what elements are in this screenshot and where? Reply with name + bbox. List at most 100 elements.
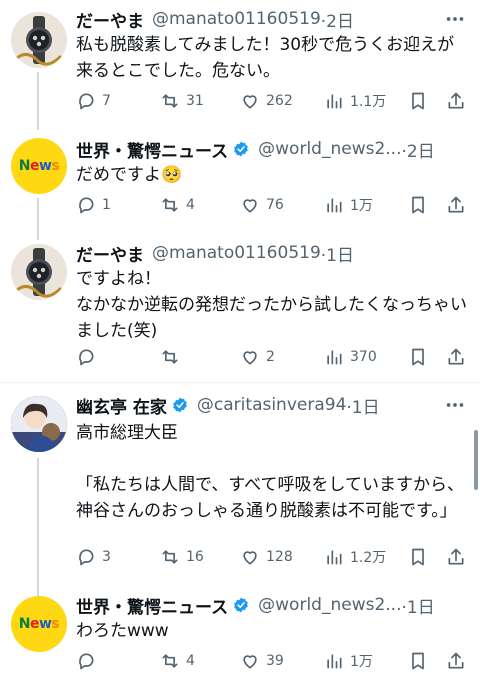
verified-icon <box>234 141 248 157</box>
bookmark-button[interactable] <box>408 648 428 674</box>
divider <box>0 382 480 383</box>
reply-icon <box>79 653 94 670</box>
bookmark-icon <box>412 92 424 110</box>
views-icon <box>327 350 342 365</box>
reply-count: 7 <box>102 93 111 109</box>
reply-button[interactable] <box>76 648 102 674</box>
views-count: 1万 <box>350 654 373 670</box>
share-button[interactable] <box>446 192 466 218</box>
retweet-icon <box>162 654 178 668</box>
timestamp[interactable]: ·1日 <box>346 393 379 418</box>
views-button[interactable]: 1.1万 <box>324 88 386 114</box>
tweet-header: 幽玄亭 在家 @caritasinvera94 ·1日 <box>76 392 480 418</box>
avatar[interactable] <box>11 12 67 68</box>
like-button[interactable]: 76 <box>240 192 284 218</box>
share-button[interactable] <box>446 544 466 570</box>
reply-count: 1 <box>102 197 111 213</box>
share-button[interactable] <box>446 648 466 674</box>
views-button[interactable]: 1万 <box>324 648 373 674</box>
like-count: 2 <box>266 349 275 365</box>
bookmark-button[interactable] <box>408 344 428 370</box>
action-bar: 1 4 76 1万 <box>68 192 470 218</box>
retweet-icon <box>162 350 178 364</box>
retweet-button[interactable]: 16 <box>160 544 204 570</box>
share-button[interactable] <box>446 88 466 114</box>
heart-icon <box>243 199 257 213</box>
author-name[interactable]: 世界・驚愕ニュース <box>76 137 228 162</box>
bookmark-icon <box>412 548 424 566</box>
tweet[interactable]: News 世界・驚愕ニュース @world_news2... ·2日 だめですよ… <box>0 130 480 230</box>
bookmark-button[interactable] <box>408 192 428 218</box>
reply-button[interactable] <box>76 344 102 370</box>
avatar[interactable]: News <box>11 596 67 652</box>
like-button[interactable]: 128 <box>240 544 293 570</box>
views-button[interactable]: 1.2万 <box>324 544 386 570</box>
retweet-icon <box>162 550 178 564</box>
retweet-button[interactable] <box>160 344 186 370</box>
timestamp[interactable]: ·2日 <box>402 137 435 162</box>
like-count: 39 <box>266 653 284 669</box>
reply-icon <box>79 93 94 110</box>
views-icon <box>327 654 342 669</box>
action-bar: 7 31 262 1.1万 <box>68 88 470 114</box>
avatar[interactable] <box>11 244 67 300</box>
like-button[interactable]: 39 <box>240 648 284 674</box>
tweet-header: 世界・驚愕ニュース @world_news2... ·2日 <box>76 136 480 162</box>
author-handle[interactable]: @manato01160519 <box>152 243 321 263</box>
news-logo: News <box>18 158 60 174</box>
reply-button[interactable]: 3 <box>76 544 111 570</box>
heart-icon <box>243 551 257 565</box>
reply-icon <box>79 349 94 366</box>
timestamp[interactable]: ·2日 <box>321 7 354 32</box>
author-name[interactable]: だーやま <box>76 7 144 32</box>
author-handle[interactable]: @caritasinvera94 <box>197 395 346 415</box>
tweet[interactable]: News 世界・驚愕ニュース @world_news2... ·1日 わろたww… <box>0 590 480 687</box>
timestamp[interactable]: ·1日 <box>321 241 354 266</box>
bookmark-button[interactable] <box>408 544 428 570</box>
share-icon <box>448 548 464 565</box>
retweet-icon <box>162 94 178 108</box>
like-button[interactable]: 262 <box>240 88 293 114</box>
author-handle[interactable]: @manato01160519 <box>152 9 321 29</box>
retweet-button[interactable]: 4 <box>160 648 195 674</box>
bookmark-button[interactable] <box>408 88 428 114</box>
views-button[interactable]: 1万 <box>324 192 373 218</box>
tweet-header: だーやま @manato01160519 ·1日 <box>76 240 480 266</box>
tweet[interactable]: だーやま @manato01160519 ·2日 私も脱酸素してみました！30秒… <box>0 0 480 125</box>
author-name[interactable]: だーやま <box>76 241 144 266</box>
more-icon[interactable] <box>444 394 466 416</box>
views-icon <box>327 198 342 213</box>
like-button[interactable]: 2 <box>240 344 275 370</box>
tweet-text: ですよね！ なかなか逆転の発想だったから試したくなっちゃいました(笑) <box>76 269 467 341</box>
views-icon <box>327 550 342 565</box>
views-button[interactable]: 370 <box>324 344 377 370</box>
author-handle[interactable]: @world_news2... <box>258 139 401 159</box>
author-name[interactable]: 世界・驚愕ニュース <box>76 593 228 618</box>
like-count: 128 <box>266 549 293 565</box>
author-name[interactable]: 幽玄亭 在家 <box>76 393 167 418</box>
retweet-button[interactable]: 31 <box>160 88 204 114</box>
tweet[interactable]: だーやま @manato01160519 ·1日 ですよね！ なかなか逆転の発想… <box>0 238 480 378</box>
retweet-button[interactable]: 4 <box>160 192 195 218</box>
verified-icon <box>173 397 187 413</box>
like-count: 76 <box>266 197 284 213</box>
reply-button[interactable]: 1 <box>76 192 111 218</box>
heart-icon <box>243 351 257 365</box>
news-logo: News <box>18 616 60 632</box>
share-icon <box>448 196 464 213</box>
scrollbar[interactable] <box>474 430 478 490</box>
views-count: 370 <box>350 349 377 365</box>
avatar[interactable] <box>11 396 67 452</box>
avatar[interactable]: News <box>11 138 67 194</box>
timestamp[interactable]: ·1日 <box>402 593 435 618</box>
tweet[interactable]: 幽玄亭 在家 @caritasinvera94 ·1日 高市総理大臣 「私たちは… <box>0 384 480 574</box>
retweet-count: 4 <box>186 197 195 213</box>
reply-icon <box>79 197 94 214</box>
share-icon <box>448 652 464 669</box>
person-icon <box>11 396 67 452</box>
heart-icon <box>243 95 257 109</box>
reply-button[interactable]: 7 <box>76 88 111 114</box>
more-icon[interactable] <box>444 8 466 30</box>
author-handle[interactable]: @world_news2... <box>258 595 401 615</box>
share-button[interactable] <box>446 344 466 370</box>
